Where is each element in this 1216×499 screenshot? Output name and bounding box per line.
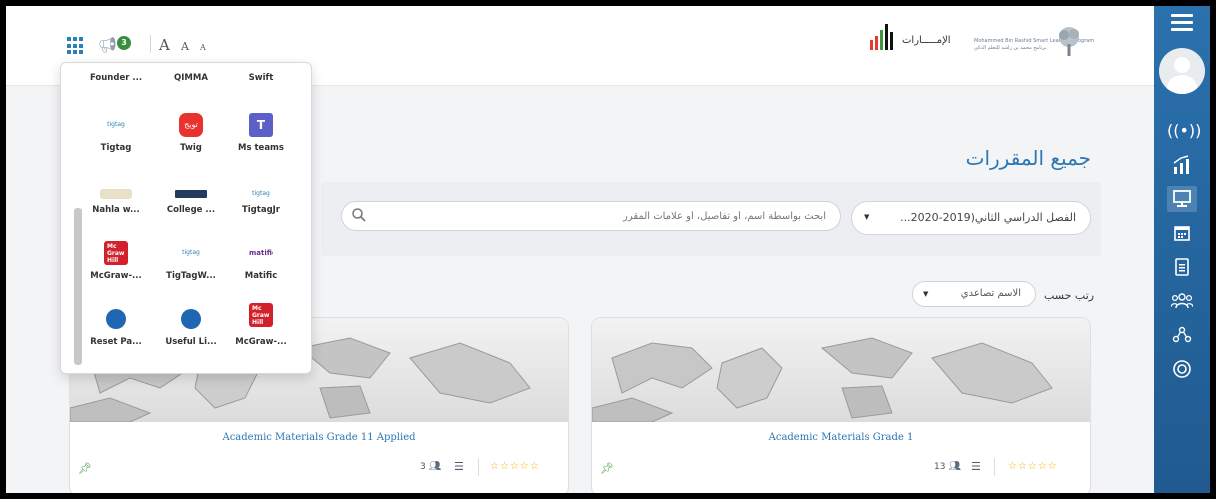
- calendar-icon[interactable]: [1167, 220, 1197, 246]
- app-label: Twig: [180, 143, 202, 153]
- uae-hand-logo-icon: [870, 24, 893, 50]
- app-label: Useful Li...: [165, 337, 217, 347]
- student-count-value: 3: [420, 462, 426, 472]
- apps-grid-icon[interactable]: [67, 37, 85, 55]
- rating-stars[interactable]: ☆☆☆☆☆: [1008, 461, 1058, 472]
- app-label: Founder ...: [89, 73, 143, 83]
- msl-logo-line-2: برنامج محمد بن راشد للتعلم الذكي: [974, 45, 1047, 51]
- app-label: Swift: [248, 73, 274, 83]
- sort-select[interactable]: الاسم تصاعدي ▼: [912, 281, 1036, 307]
- app-useful-links[interactable]: Useful Li...: [156, 309, 226, 369]
- semester-select[interactable]: الفصل الدراسي الثاني(2019-2020... ▼: [851, 201, 1091, 235]
- rating-stars[interactable]: ☆☆☆☆☆: [490, 461, 540, 472]
- course-footer: 📌︎ 3 👥︎ ☰ ☆☆☆☆☆: [70, 458, 568, 480]
- app-tigtag[interactable]: tigtag Tigtag: [81, 113, 151, 173]
- course-footer: 📌︎ 13 👥︎ ☰ ☆☆☆☆☆: [592, 458, 1090, 480]
- announcement-count-badge: 3: [117, 36, 131, 50]
- nahla-logo-icon: [100, 189, 132, 199]
- font-size-controls: A A A: [150, 35, 220, 54]
- megaphone-icon: 📢︎: [98, 36, 118, 54]
- chart-icon[interactable]: [1167, 152, 1197, 178]
- course-card[interactable]: Academic Materials Grade 1 📌︎ 13 👥︎ ☰ ☆☆…: [591, 317, 1091, 493]
- app-label: McGraw-...: [90, 271, 142, 281]
- hamburger-menu-icon[interactable]: [1171, 14, 1193, 32]
- app-label: Tigtag: [100, 143, 132, 153]
- course-map-image: [592, 318, 1090, 422]
- app-tigtagw[interactable]: tigtag TigTagW...: [156, 241, 226, 301]
- course-search[interactable]: [341, 201, 841, 231]
- app-label: TigtagJr: [241, 205, 281, 215]
- subject-icon: ☰: [971, 460, 981, 473]
- course-title[interactable]: Academic Materials Grade 11 Applied: [70, 432, 568, 443]
- avatar[interactable]: [1159, 48, 1205, 94]
- students-icon: 👥︎: [428, 461, 442, 472]
- app-label: Nahla w...: [92, 205, 140, 215]
- student-count-value: 13: [934, 462, 946, 472]
- app-label: College ...: [166, 205, 216, 215]
- app-matific[interactable]: matific Matific: [226, 241, 296, 301]
- tigtagjr-logo-icon: tigtag: [252, 190, 270, 197]
- right-sidebar: ((•)): [1154, 6, 1210, 493]
- tigtag-logo-icon: tigtag: [182, 249, 200, 256]
- users-icon[interactable]: [1167, 288, 1197, 314]
- app-window: 📢︎ 3 A A A الإمـــــارات Mohammed Bin Ra…: [6, 6, 1210, 493]
- twig-logo-icon: تويج: [179, 113, 203, 137]
- matific-logo-icon: matific: [249, 249, 273, 257]
- students-icon: 👥︎: [948, 461, 962, 472]
- mcgraw-logo-icon: Mc Graw Hill: [104, 241, 128, 265]
- app-nahla[interactable]: Nahla w...: [81, 183, 151, 243]
- app-mcgraw-2[interactable]: Mc Graw Hill McGraw-...: [226, 303, 296, 363]
- pin-icon[interactable]: 📌︎: [600, 462, 614, 475]
- uae-logo: الإمـــــارات: [866, 20, 966, 64]
- tree-icon: [1059, 27, 1079, 56]
- lifebuoy-icon[interactable]: [1167, 356, 1197, 382]
- app-reset-password[interactable]: Reset Pa...: [81, 309, 151, 369]
- monitor-icon[interactable]: [1167, 186, 1197, 212]
- app-mcgraw[interactable]: Mc Graw Hill McGraw-...: [81, 241, 151, 301]
- dropdown-arrow-icon: ▼: [864, 213, 870, 221]
- useful-links-logo-icon: [106, 309, 126, 329]
- student-count: 13 👥︎: [934, 461, 961, 472]
- app-label: QIMMA: [174, 73, 208, 83]
- filter-panel: الفصل الدراسي الثاني(2019-2020... ▼: [321, 182, 1101, 256]
- app-college[interactable]: College ...: [156, 183, 226, 243]
- app-twig[interactable]: تويج Twig: [156, 113, 226, 173]
- app-tigtagjr[interactable]: tigtag TigtagJr: [226, 183, 296, 243]
- search-icon: [352, 208, 366, 222]
- useful-links-logo-icon: [181, 309, 201, 329]
- font-size-medium[interactable]: A: [181, 40, 189, 53]
- app-label: Matific: [244, 271, 278, 281]
- search-input[interactable]: [376, 204, 826, 228]
- share-network-icon[interactable]: [1167, 322, 1197, 348]
- app-label: Reset Pa...: [90, 337, 142, 347]
- app-label: Ms teams: [238, 143, 284, 153]
- app-label: TigTagW...: [166, 271, 216, 281]
- pin-icon[interactable]: 📌︎: [78, 462, 92, 475]
- font-size-large[interactable]: A: [159, 36, 170, 54]
- page-title: جميع المقررات: [965, 146, 1091, 170]
- document-icon[interactable]: [1167, 254, 1197, 280]
- mcgraw-logo-icon: Mc Graw Hill: [249, 303, 273, 327]
- uae-logo-text: الإمـــــارات: [902, 35, 951, 46]
- college-logo-icon: [175, 190, 207, 198]
- sort-label: رتب حسب: [1044, 289, 1095, 302]
- subject-icon: ☰: [454, 460, 464, 473]
- announcements-button[interactable]: 📢︎ 3: [98, 33, 138, 57]
- student-count: 3 👥︎: [420, 461, 441, 472]
- dropdown-arrow-icon: ▼: [923, 290, 929, 298]
- tigtag-logo-icon: tigtag: [107, 121, 125, 128]
- teams-logo-icon: T: [249, 113, 273, 137]
- font-size-small[interactable]: A: [200, 43, 206, 52]
- apps-dropdown: Founder ... QIMMA Swift tigtag Tigtag تو…: [60, 62, 312, 374]
- app-ms-teams[interactable]: T Ms teams: [226, 113, 296, 173]
- course-title[interactable]: Academic Materials Grade 1: [592, 432, 1090, 443]
- app-label: McGraw-...: [235, 337, 287, 347]
- semester-value: الفصل الدراسي الثاني(2019-2020...: [900, 211, 1076, 224]
- smart-learning-logo: Mohammed Bin Rashid Smart Learning Progr…: [974, 24, 1094, 62]
- live-broadcast-icon[interactable]: ((•)): [1167, 118, 1201, 144]
- sort-value: الاسم تصاعدي: [960, 288, 1021, 299]
